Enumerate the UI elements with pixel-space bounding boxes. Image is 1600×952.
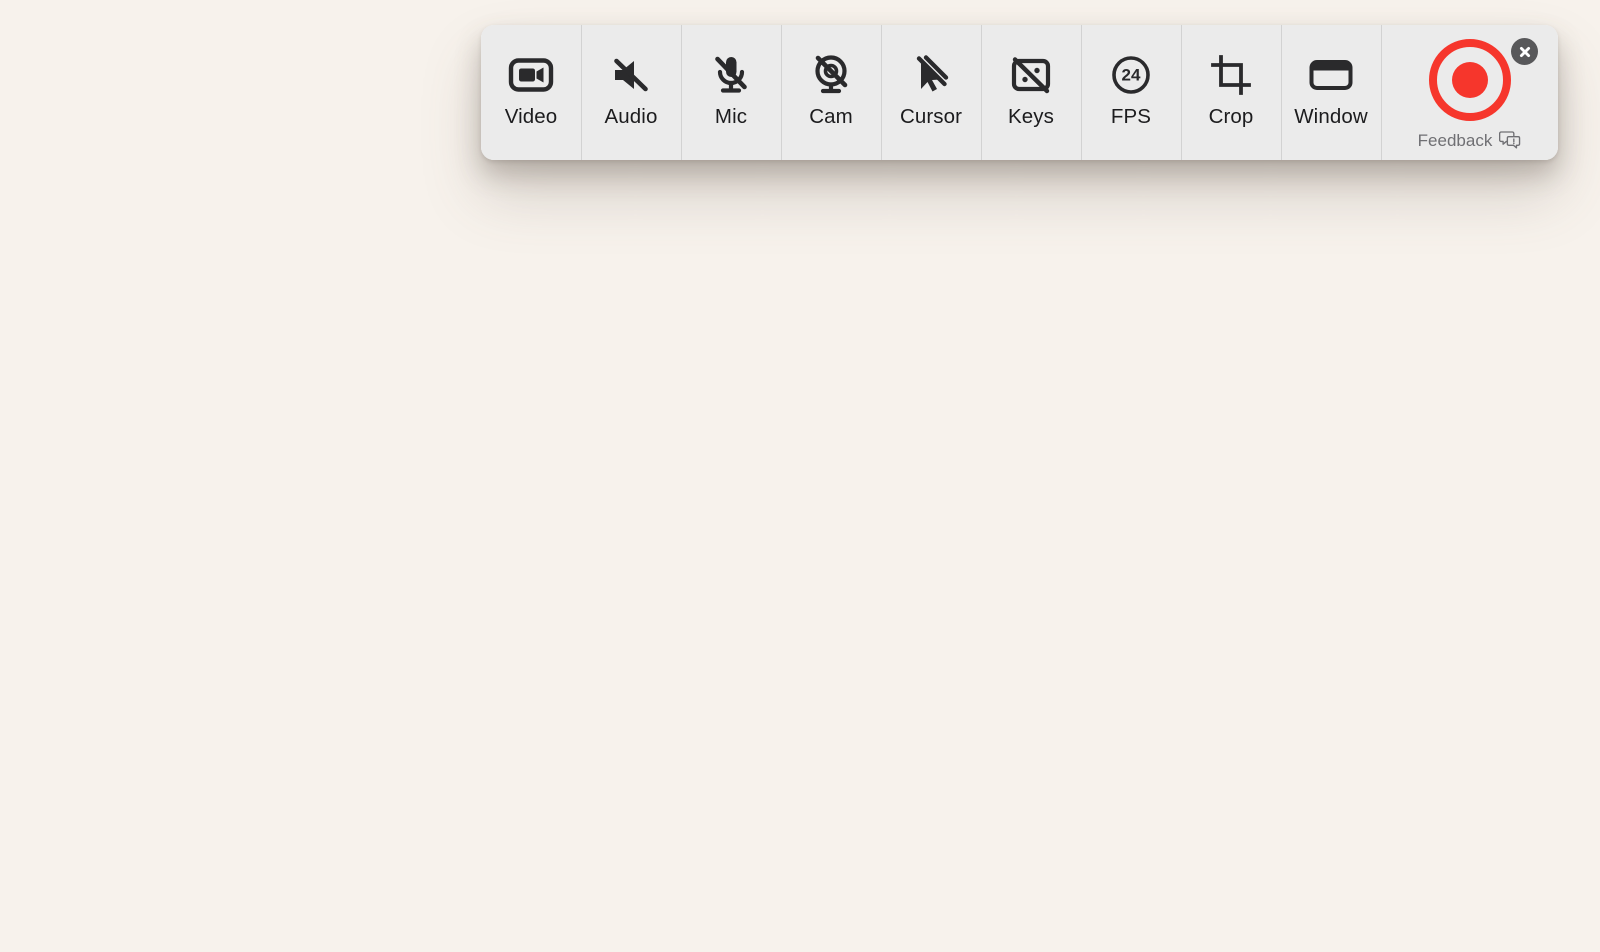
toolbar-item-label: Cam (809, 105, 853, 128)
recorder-toolbar-container: Video Audio Mic Cam Cursor Keys 24 FPS C… (481, 25, 1558, 160)
video-camera-icon (499, 47, 563, 103)
window-icon (1299, 47, 1363, 103)
toolbar-item-label: Cursor (899, 105, 963, 128)
cursor-off-icon (899, 47, 963, 103)
toolbar-item-mic[interactable]: Mic (681, 25, 781, 160)
toolbar-item-cam[interactable]: Cam (781, 25, 881, 160)
toolbar-item-label: Video (504, 105, 558, 128)
toolbar-item-cursor[interactable]: Cursor (881, 25, 981, 160)
recorder-toolbar: Video Audio Mic Cam Cursor Keys 24 FPS C… (481, 25, 1558, 160)
speaker-muted-icon (599, 47, 663, 103)
fps-value: 24 (1122, 66, 1141, 85)
toolbar-item-audio[interactable]: Audio (581, 25, 681, 160)
toolbar-item-video[interactable]: Video (481, 25, 581, 160)
toolbar-item-label: Window (1294, 105, 1368, 128)
microphone-muted-icon (699, 47, 763, 103)
close-button[interactable] (1511, 38, 1538, 65)
record-dot (1451, 62, 1488, 98)
close-icon (1519, 46, 1530, 57)
toolbar-item-label: Keys (1008, 105, 1054, 128)
feedback-button[interactable]: Feedback (1381, 130, 1558, 150)
fps-circle-icon: 24 (1099, 47, 1163, 103)
record-button[interactable] (1428, 39, 1511, 121)
toolbar-item-label: Audio (604, 105, 658, 128)
feedback-bubble-icon (1499, 130, 1521, 150)
toolbar-item-label: Mic (714, 105, 748, 128)
webcam-off-icon (799, 47, 863, 103)
toolbar-item-label: Crop (1208, 105, 1254, 128)
toolbar-item-fps[interactable]: 24 FPS (1081, 25, 1181, 160)
crop-icon (1199, 47, 1263, 103)
keystrokes-off-icon (999, 47, 1063, 103)
toolbar-item-crop[interactable]: Crop (1181, 25, 1281, 160)
toolbar-item-window[interactable]: Window (1281, 25, 1381, 160)
toolbar-item-label: FPS (1110, 105, 1152, 128)
feedback-label: Feedback (1417, 130, 1493, 150)
toolbar-item-keys[interactable]: Keys (981, 25, 1081, 160)
